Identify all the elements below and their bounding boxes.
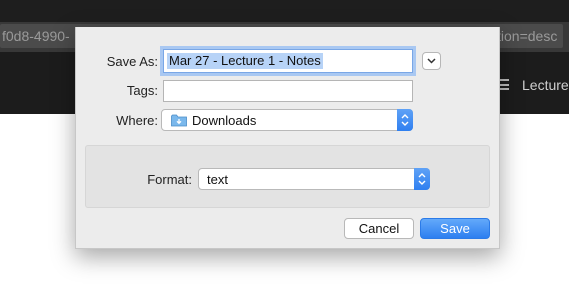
format-label: Format: bbox=[147, 172, 192, 187]
format-value: text bbox=[207, 172, 228, 187]
save-as-label: Save As: bbox=[106, 54, 158, 69]
format-stepper[interactable] bbox=[414, 168, 430, 190]
where-popup-button[interactable]: Downloads bbox=[161, 109, 413, 131]
downloads-folder-icon bbox=[171, 114, 187, 127]
expand-dialog-button[interactable] bbox=[422, 52, 441, 70]
where-stepper[interactable] bbox=[397, 109, 413, 131]
save-as-value: Mar 27 - Lecture 1 - Notes bbox=[167, 53, 323, 69]
cancel-button[interactable]: Cancel bbox=[344, 218, 414, 239]
where-label: Where: bbox=[116, 113, 158, 128]
nav-label-lecture[interactable]: Lecture bbox=[522, 77, 569, 93]
url-text-right: tion=desc bbox=[497, 28, 558, 44]
url-text-left: f0d8-4990- bbox=[2, 28, 70, 44]
where-value: Downloads bbox=[192, 113, 257, 128]
up-down-arrows-icon bbox=[401, 114, 409, 126]
save-button[interactable]: Save bbox=[420, 218, 490, 239]
save-as-field[interactable]: Mar 27 - Lecture 1 - Notes bbox=[163, 49, 413, 73]
tags-field[interactable] bbox=[163, 80, 413, 102]
browser-tab-bar bbox=[0, 0, 569, 22]
up-down-arrows-icon bbox=[418, 173, 426, 185]
save-dialog: Save As: Mar 27 - Lecture 1 - Notes Tags… bbox=[75, 27, 500, 249]
tags-label: Tags: bbox=[126, 83, 158, 98]
chevron-down-icon bbox=[427, 58, 436, 64]
format-popup-button[interactable]: text bbox=[198, 168, 430, 190]
